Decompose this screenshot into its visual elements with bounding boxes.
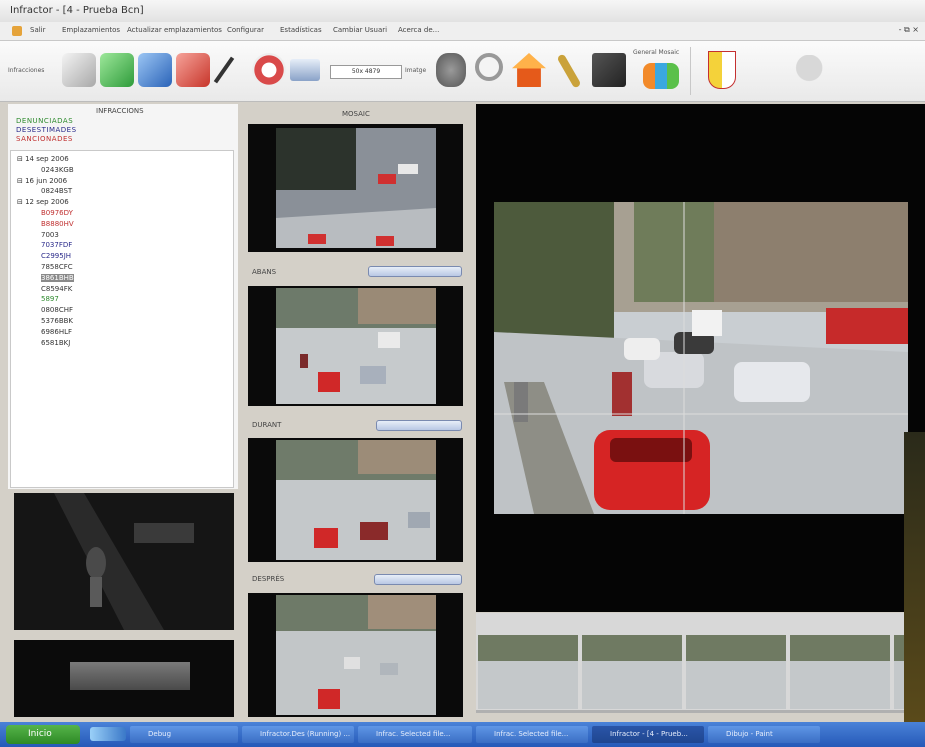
magic-wand-icon[interactable] <box>556 53 582 89</box>
menu-item-configurar[interactable]: Configurar <box>227 26 264 34</box>
section-label-durant: DURANT <box>252 421 282 429</box>
no-entry-icon[interactable] <box>252 53 286 87</box>
tree-node[interactable]: ⊟ 16 jun 2006 <box>17 177 67 185</box>
abans-image[interactable] <box>248 286 463 406</box>
window-titlebar: Infractor - [4 - Prueba Bcn] <box>0 0 925 23</box>
mosaic-icon[interactable] <box>643 63 679 89</box>
tree-node[interactable]: 5376BBK <box>41 317 73 325</box>
tree-node[interactable]: 6986HLF <box>41 328 72 336</box>
gray-folder-icon[interactable] <box>62 53 96 87</box>
tree-node[interactable]: 7003 <box>41 231 59 239</box>
tree-node[interactable]: ⊟ 14 sep 2006 <box>17 155 69 163</box>
infractions-tree[interactable]: ⊟ 14 sep 2006 0243KGB ⊟ 16 jun 2006 0824BST… <box>10 150 234 488</box>
red-folder-icon[interactable] <box>176 53 210 87</box>
zoom-field[interactable]: 50x 4879 <box>330 65 402 79</box>
tree-node[interactable]: C8594FK <box>41 285 72 293</box>
toolbar-label-general-mosaic: General Mosaic <box>633 49 680 56</box>
legend-item: SANCIONADES <box>16 135 73 143</box>
tree-node[interactable]: 7037FDF <box>41 241 72 249</box>
infrared-capture-image <box>14 493 234 630</box>
tree-node[interactable]: 0243KGB <box>41 166 74 174</box>
taskbar-item[interactable]: Dibujo - Paint <box>708 726 820 743</box>
save-disk-icon[interactable] <box>592 53 626 87</box>
despres-image[interactable] <box>248 593 463 717</box>
toolbar: Infracciones 50x 4879 Imatge General Mos… <box>0 41 925 102</box>
magnifier-icon[interactable] <box>475 53 503 81</box>
section-label-abans: ABANS <box>252 268 277 276</box>
filmstrip-scrollbar[interactable] <box>476 710 906 713</box>
scanner-icon[interactable] <box>290 59 320 81</box>
tree-node[interactable]: 3861BHB <box>41 273 74 282</box>
status-legend: DENUNCIADAS DESESTIMADES SANCIONADES <box>16 117 77 144</box>
start-button[interactable]: Inicio <box>6 725 80 744</box>
license-plate-image <box>14 640 234 717</box>
quicklaunch-icons[interactable] <box>90 727 126 741</box>
menu-item-cambiar-usuari[interactable]: Cambiar Usuari <box>333 26 387 34</box>
menu-item-salir[interactable]: Salir <box>30 26 46 34</box>
taskbar-item[interactable]: Infractor.Des (Running) ... <box>242 726 354 743</box>
taskbar-item[interactable]: Infrac. Selected file... <box>358 726 472 743</box>
taskbar: Inicio Debug Infractor.Des (Running) ...… <box>0 722 925 747</box>
mosaic-thumbnail[interactable] <box>248 124 463 252</box>
company-logo <box>778 55 826 87</box>
tree-node[interactable]: C2995JH <box>41 252 71 260</box>
tree-node[interactable]: 0824BST <box>41 187 72 195</box>
divider <box>690 47 691 95</box>
tree-node[interactable]: B8880HV <box>41 220 74 228</box>
legend-item: DESESTIMADES <box>16 126 77 134</box>
legend-item: DENUNCIADAS <box>16 117 74 125</box>
infractions-title: INFRACCIONS <box>96 107 144 115</box>
city-coat-of-arms-logo <box>708 51 736 89</box>
tree-node[interactable]: 6581BKJ <box>41 339 70 347</box>
blue-folder-icon[interactable] <box>138 53 172 87</box>
toolbar-label-infracciones: Infracciones <box>8 67 45 74</box>
filmstrip-frame[interactable] <box>478 635 578 709</box>
pen-icon[interactable] <box>213 56 235 84</box>
menu-item-emplazamientos[interactable]: Emplazamientos <box>62 26 120 34</box>
filmstrip-frame[interactable] <box>582 635 682 709</box>
green-folder-icon[interactable] <box>100 53 134 87</box>
window-title: Infractor - [4 - Prueba Bcn] <box>10 5 144 16</box>
menu-item-estadisticas[interactable]: Estadísticas <box>280 26 322 34</box>
menu-item-acerca[interactable]: Acerca de... <box>398 26 439 34</box>
home-icon[interactable] <box>512 53 546 87</box>
tree-node[interactable]: 0808CHF <box>41 306 73 314</box>
menu-bar: Salir Emplazamientos Actualizar emplazam… <box>0 22 925 41</box>
tree-node[interactable]: B0976DY <box>41 209 73 217</box>
street-scene-image <box>494 202 908 514</box>
tree-node[interactable]: 5897 <box>41 295 59 303</box>
app-icon <box>12 26 22 36</box>
gears-icon[interactable] <box>436 53 466 87</box>
tree-node[interactable]: ⊟ 12 sep 2006 <box>17 198 69 206</box>
taskbar-item[interactable]: Debug <box>130 726 238 743</box>
background-window[interactable] <box>904 432 925 722</box>
section-label-despres: DESPRÉS <box>252 575 285 583</box>
despres-button[interactable] <box>374 574 462 585</box>
main-image-viewer[interactable] <box>476 104 925 612</box>
durant-button[interactable] <box>376 420 462 431</box>
toolbar-label-imatge: Imatge <box>405 67 427 74</box>
taskbar-item[interactable]: Infrac. Selected file... <box>476 726 588 743</box>
filmstrip-frame[interactable] <box>686 635 786 709</box>
mosaic-header: MOSAIC <box>342 110 370 118</box>
tree-node[interactable]: 7858CFC <box>41 263 73 271</box>
frame-filmstrip <box>476 613 906 713</box>
window-controls[interactable]: - ⧉ × <box>899 25 919 35</box>
taskbar-item[interactable]: Infractor - [4 - Prueb... <box>592 726 704 743</box>
durant-image[interactable] <box>248 438 463 562</box>
filmstrip-frame[interactable] <box>790 635 890 709</box>
abans-button[interactable] <box>368 266 462 277</box>
menu-item-actualizar[interactable]: Actualizar emplazamientos <box>127 26 222 34</box>
